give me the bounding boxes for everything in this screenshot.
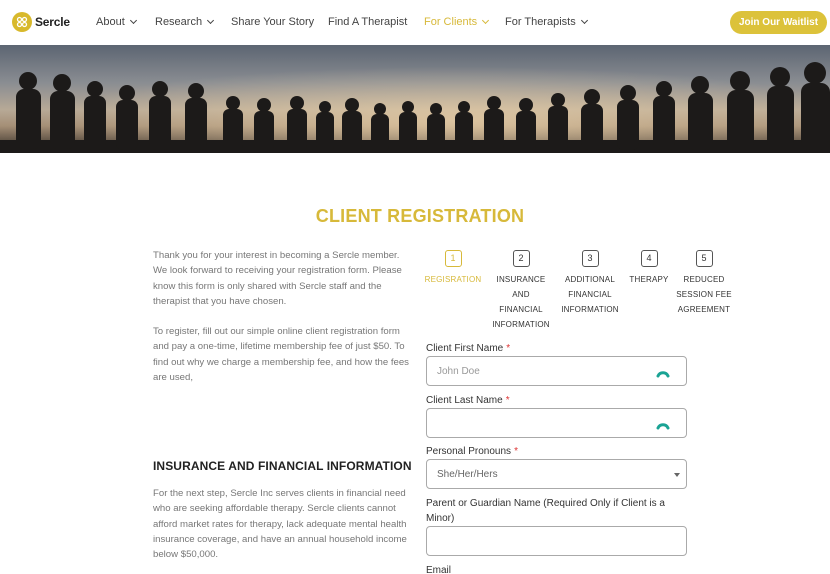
label-text: Client First Name xyxy=(426,343,504,354)
autofill-spinner-icon[interactable] xyxy=(656,365,670,379)
guardian-label: Parent or Guardian Name (Required Only i… xyxy=(426,498,665,524)
hero-banner xyxy=(0,45,830,153)
step-number: 3 xyxy=(581,250,599,267)
last-name-field[interactable] xyxy=(426,408,687,438)
crowd-silhouette-image xyxy=(0,45,830,153)
autofill-spinner-icon[interactable] xyxy=(656,417,670,431)
step-label: INSURANCE AND FINANCIAL INFORMATION xyxy=(492,275,550,329)
pronouns-select[interactable]: She/Her/Hers xyxy=(426,459,687,489)
chevron-down-icon xyxy=(580,16,588,25)
register-paragraph: To register, fill out our simple online … xyxy=(153,326,409,383)
nav-item-for-clients[interactable]: For Clients xyxy=(424,16,490,28)
nav-item-label: For Therapists xyxy=(505,16,576,28)
required-mark: * xyxy=(506,343,511,354)
caret-down-icon xyxy=(674,473,680,477)
nav-item-find-a-therapist[interactable]: Find A Therapist xyxy=(328,16,407,28)
label-text: Client Last Name xyxy=(426,395,503,406)
pronouns-label: Personal Pronouns * xyxy=(426,444,518,459)
intro-paragraph: Thank you for your interest in becoming … xyxy=(153,250,402,307)
nav-item-label: For Clients xyxy=(424,16,478,28)
nav-item-label: Research xyxy=(155,16,203,28)
nav-item-about[interactable]: About xyxy=(96,16,137,28)
email-label: Email xyxy=(426,565,452,574)
step-number: 1 xyxy=(444,250,462,267)
sercle-logo-icon xyxy=(12,12,32,32)
last-name-label: Client Last Name * xyxy=(426,393,510,408)
step-number: 5 xyxy=(695,250,713,267)
nav-item-for-therapists[interactable]: For Therapists xyxy=(505,16,588,28)
logo-text: Sercle xyxy=(35,15,70,29)
chevron-down-icon xyxy=(129,16,137,25)
pronouns-selected-value: She/Her/Hers xyxy=(437,469,498,480)
step-therapy[interactable]: 4 THERAPY xyxy=(626,248,672,287)
step-label: REGISRATION xyxy=(424,275,482,284)
required-mark: * xyxy=(505,395,510,406)
section-heading: INSURANCE AND FINANCIAL INFORMATION xyxy=(153,459,412,473)
step-number: 4 xyxy=(640,250,658,267)
nav-item-label: Share Your Story xyxy=(231,16,315,28)
step-reduced-fee[interactable]: 5 REDUCED SESSION FEE AGREEMENT xyxy=(676,248,732,317)
label-text: Personal Pronouns xyxy=(426,446,512,457)
first-name-placeholder: John Doe xyxy=(437,366,480,377)
required-mark: * xyxy=(514,446,518,457)
chevron-down-icon xyxy=(482,16,490,25)
step-registration[interactable]: 1 REGISRATION xyxy=(422,248,484,287)
step-label: ADDITIONAL FINANCIAL INFORMATION xyxy=(561,275,619,314)
top-navigation: Sercle About Research Share Your Story F… xyxy=(0,0,830,45)
step-label: THERAPY xyxy=(629,275,669,284)
nav-item-share-your-story[interactable]: Share Your Story xyxy=(231,16,314,28)
step-additional-financial[interactable]: 3 ADDITIONAL FINANCIAL INFORMATION xyxy=(558,248,622,317)
step-number: 2 xyxy=(512,250,530,267)
chevron-down-icon xyxy=(207,16,215,25)
first-name-label: Client First Name * xyxy=(426,341,510,356)
join-waitlist-button[interactable]: Join Our Waitlist xyxy=(730,11,827,34)
first-name-field[interactable]: John Doe xyxy=(426,356,687,386)
guardian-name-field[interactable] xyxy=(426,526,687,556)
section-paragraph: For the next step, Sercle Inc serves cli… xyxy=(153,488,407,561)
nav-item-label: About xyxy=(96,16,125,28)
nav-item-label: Find A Therapist xyxy=(328,16,408,28)
page-title: CLIENT REGISTRATION xyxy=(315,206,525,226)
nav-item-research[interactable]: Research xyxy=(155,16,215,28)
logo[interactable]: Sercle xyxy=(12,12,70,32)
step-label: REDUCED SESSION FEE AGREEMENT xyxy=(676,275,732,314)
step-insurance[interactable]: 2 INSURANCE AND FINANCIAL INFORMATION xyxy=(490,248,552,332)
